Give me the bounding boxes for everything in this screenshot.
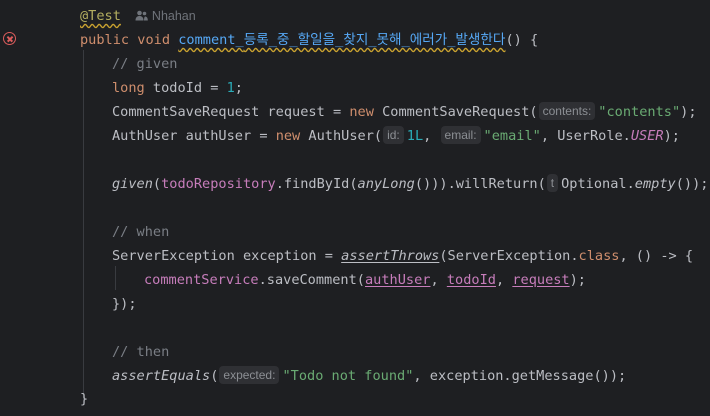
keyword-class: class: [578, 248, 620, 264]
field-todorepository: todoRepository: [161, 176, 276, 192]
captured-authuser: authUser: [364, 272, 431, 288]
code-line-assertthrows[interactable]: ServerException exception = assertThrows…: [112, 244, 693, 268]
method-willreturn: ())).willReturn(: [414, 176, 546, 192]
code-line-annotation[interactable]: @Test Nhahan: [80, 4, 196, 28]
comment-given: // given: [112, 56, 178, 72]
class-optional: Optional.: [561, 176, 635, 192]
param-hint-expected: expected:: [219, 366, 280, 384]
var-todoid: todoId =: [144, 80, 227, 96]
captured-todoid: todoId: [446, 272, 496, 288]
code-line-method-close[interactable]: }: [80, 387, 88, 411]
separator: ,: [495, 272, 513, 288]
annotation-test: @Test: [80, 8, 121, 24]
method-savecomment: .saveComment(: [258, 272, 365, 288]
keyword-void: void: [137, 32, 171, 48]
enum-owner: , UserRole.: [540, 128, 631, 144]
code-line-method-signature[interactable]: public void comment_등록_중_할일을_찾지_못해_에러가_발…: [80, 28, 538, 52]
method-name-korean: 등록_중_할일을_찾지_못해_에러가_발생한다: [243, 32, 506, 48]
comment-when: // when: [112, 224, 170, 240]
code-line-request[interactable]: CommentSaveRequest request = new Comment…: [112, 100, 697, 124]
class-serverexception: (ServerException.: [439, 248, 579, 264]
statement-end: );: [569, 272, 586, 288]
separator: ,: [430, 272, 447, 288]
lambda-close: });: [112, 296, 137, 312]
method-paren: () {: [505, 32, 539, 48]
field-commentservice: commentService: [144, 272, 259, 288]
semicolon: ;: [234, 80, 243, 96]
paren: (: [210, 368, 219, 384]
param-hint-id: id:: [383, 126, 404, 144]
captured-request: request: [512, 272, 570, 288]
decl-authuser: AuthUser authUser =: [112, 128, 276, 144]
gutter[interactable]: [0, 0, 46, 416]
static-given: given: [112, 176, 153, 192]
keyword-long: long: [112, 80, 145, 96]
keyword-new: new: [275, 128, 301, 144]
code-editor[interactable]: @Test Nhahan public void comment_등록_중_할일을…: [0, 0, 710, 416]
param-hint-contents: contents:: [538, 102, 596, 120]
error-circle-icon[interactable]: [3, 32, 16, 45]
indent-guide: [115, 266, 116, 290]
lambda-open: , () -> {: [619, 248, 694, 264]
number-literal: 1L: [406, 128, 424, 144]
string-literal: "contents": [598, 104, 681, 120]
paren: (: [152, 176, 162, 192]
string-literal: "Todo not found": [282, 368, 414, 384]
code-line-comment-given[interactable]: // given: [112, 52, 177, 76]
author-hint[interactable]: Nhahan: [135, 4, 196, 28]
method-close-brace: }: [80, 391, 89, 407]
statement-end: );: [680, 104, 697, 120]
code-line-comment-when[interactable]: // when: [112, 220, 169, 244]
number-literal: 1: [226, 80, 235, 96]
static-assertequals: assertEquals: [112, 368, 211, 384]
code-line-lambda-close[interactable]: });: [112, 292, 137, 316]
param-hint-email: email:: [440, 126, 481, 144]
code-line-assertequals[interactable]: assertEquals(expected: "Todo not found", …: [112, 364, 626, 388]
static-empty: empty: [634, 176, 676, 192]
method-findbyid: .findById(: [275, 176, 358, 192]
author-name: Nhahan: [151, 9, 196, 23]
static-anylong: anyLong: [357, 176, 415, 192]
code-line-authuser[interactable]: AuthUser authUser = new AuthUser(id: 1L , …: [112, 124, 680, 148]
keyword-public: public: [80, 32, 130, 48]
keyword-new: new: [349, 104, 374, 120]
code-line-given[interactable]: given(todoRepository.findById(anyLong())…: [112, 172, 708, 196]
method-name: comment_등록_중_할일을_찾지_못해_에러가_발생한다: [178, 32, 505, 48]
statement-end: , exception.getMessage());: [413, 368, 627, 384]
string-literal: "email": [483, 128, 541, 144]
code-line-todoid[interactable]: long todoId = 1;: [112, 76, 243, 100]
code-line-comment-then[interactable]: // then: [112, 340, 169, 364]
comment-then: // then: [112, 344, 170, 360]
enum-constant: USER: [630, 128, 664, 144]
method-name-prefix: comment_: [178, 32, 244, 48]
separator: ,: [423, 128, 440, 144]
decl-exception: ServerException exception =: [112, 248, 342, 264]
statement-end: );: [663, 128, 680, 144]
static-assertthrows: assertThrows: [341, 248, 440, 264]
statement-end: ());: [675, 176, 709, 192]
code-line-savecomment[interactable]: commentService.saveComment(authUser, tod…: [144, 268, 586, 292]
user-icon: [135, 10, 148, 21]
param-hint-t: t: [546, 174, 559, 192]
class-ctor: CommentSaveRequest(: [373, 104, 538, 120]
class-ctor: AuthUser(: [300, 128, 383, 144]
decl-request: CommentSaveRequest request =: [112, 104, 350, 120]
indent-guide: [83, 50, 84, 400]
